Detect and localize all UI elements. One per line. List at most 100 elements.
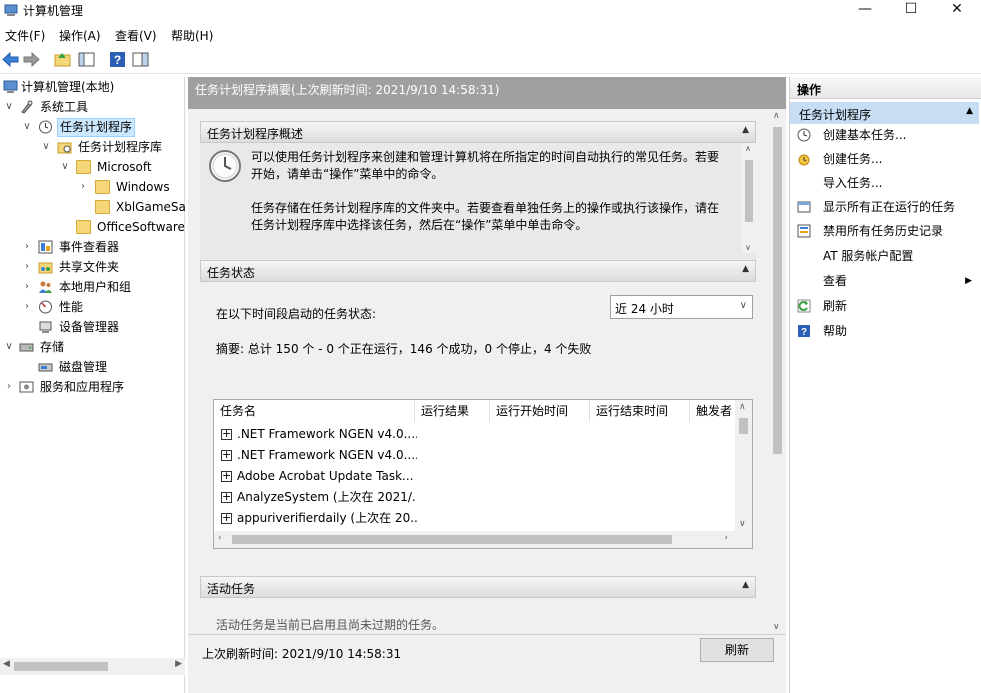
action-create-basic-task[interactable]: 创建基本任务... (790, 124, 979, 147)
summary-panel: 任务计划程序摘要(上次刷新时间: 2021/9/10 14:58:31) 任务计… (188, 77, 786, 693)
task-status-section: 任务状态 ▲ 在以下时间段启动的任务状态: 近 24 小时 ∨ 摘要: 总计 1… (200, 260, 756, 566)
help-icon: ? (798, 325, 810, 338)
action-refresh[interactable]: 刷新 (790, 295, 979, 318)
scrollbar-thumb[interactable] (14, 662, 108, 671)
expand-chevron-icon[interactable]: › (21, 297, 33, 317)
help-icon[interactable]: ? (108, 50, 127, 69)
create-basic-task-icon (797, 128, 811, 142)
tree-horizontal-scrollbar[interactable]: ◀ ▶ (0, 658, 185, 675)
overview-body: 可以使用任务计划程序来创建和管理计算机将在所指定的时间自动执行的常见任务。若要 … (200, 143, 756, 261)
menu-file[interactable]: 文件(F) (5, 27, 45, 44)
expand-chevron-icon[interactable]: › (3, 377, 15, 397)
table-row[interactable]: + Adobe Acrobat Update Task... (214, 466, 736, 487)
computer-management-icon (4, 4, 18, 16)
submenu-arrow-icon: ▶ (965, 276, 972, 286)
folder-icon (95, 180, 110, 194)
period-label: 在以下时间段启动的任务状态: (216, 307, 377, 321)
show-hide-tree-icon[interactable] (77, 50, 96, 69)
actions-title: 操作 (790, 77, 981, 99)
clock-icon (39, 120, 52, 134)
overview-scrollbar[interactable]: ∧ ∨ (742, 143, 756, 253)
up-folder-icon[interactable] (53, 50, 72, 69)
action-import-task[interactable]: 导入任务... (790, 172, 979, 195)
forward-arrow-icon[interactable] (22, 50, 41, 69)
action-view[interactable]: 查看 ▶ (790, 270, 979, 293)
table-vertical-scrollbar[interactable]: ∧ ∨ (735, 400, 752, 531)
collapse-chevron-icon[interactable]: ∨ (3, 337, 15, 357)
task-status-section-header[interactable]: 任务状态 ▲ (200, 260, 756, 282)
action-disable-task-history[interactable]: 禁用所有任务历史记录 (790, 220, 979, 243)
folder-icon (76, 160, 91, 174)
scroll-left-icon[interactable]: ◀ (3, 659, 10, 669)
overview-text-line: 任务存储在任务计划程序库的文件夹中。若要查看单独任务上的操作或执行该操作，请在 (251, 201, 720, 215)
expand-chevron-icon[interactable]: › (21, 277, 33, 297)
active-tasks-description: 活动任务是当前已启用且尚未过期的任务。 (216, 618, 445, 632)
collapse-up-icon[interactable]: ▲ (742, 264, 749, 274)
column-header[interactable]: 任务名 (214, 400, 415, 422)
disk-icon (38, 363, 53, 372)
action-at-service-account[interactable]: AT 服务帐户配置 (790, 245, 979, 268)
last-refresh-time: 上次刷新时间: 2021/9/10 14:58:31 (202, 647, 402, 661)
title-bar: 计算机管理 — ☐ ✕ (0, 0, 981, 22)
collapse-chevron-icon[interactable]: ∨ (3, 97, 15, 117)
scroll-right-icon[interactable]: ▶ (175, 659, 182, 669)
menu-help[interactable]: 帮助(H) (171, 27, 213, 44)
collapse-chevron-icon[interactable]: ∨ (59, 157, 71, 177)
active-tasks-body: 活动任务是当前已启用且尚未过期的任务。 (200, 598, 756, 634)
table-horizontal-scrollbar[interactable]: ‹ › (214, 531, 752, 548)
show-hide-action-pane-icon[interactable] (131, 50, 150, 69)
expand-plus-icon[interactable]: + (221, 470, 232, 482)
svg-text:?: ? (114, 53, 121, 67)
services-icon (19, 381, 34, 393)
expand-chevron-icon[interactable]: › (77, 177, 89, 197)
close-button[interactable]: ✕ (934, 0, 980, 22)
back-arrow-icon[interactable] (1, 50, 20, 69)
action-create-task[interactable]: 创建任务... (790, 148, 979, 171)
overview-text-line: 可以使用任务计划程序来创建和管理计算机将在所指定的时间自动执行的常见任务。若要 (251, 150, 720, 164)
scrollbar-thumb[interactable] (773, 127, 782, 454)
table-row[interactable]: + .NET Framework NGEN v4.0.... (214, 445, 736, 466)
event-viewer-icon (38, 240, 53, 254)
collapse-up-icon[interactable]: ▲ (742, 125, 749, 135)
action-help[interactable]: ? 帮助 (790, 320, 979, 343)
collapse-chevron-icon[interactable]: ∨ (40, 137, 52, 157)
action-show-running-tasks[interactable]: 显示所有正在运行的任务 (790, 196, 979, 219)
expand-plus-icon[interactable]: + (221, 512, 232, 524)
minimize-button[interactable]: — (842, 0, 888, 22)
toolbar: ? (0, 46, 981, 74)
overview-text-line: 任务计划程序库中选择该任务，然后在“操作”菜单中单击命令。 (251, 218, 588, 232)
expand-chevron-icon[interactable]: › (21, 257, 33, 277)
expand-plus-icon[interactable]: + (221, 449, 232, 461)
scroll-down-icon[interactable]: ∨ (773, 622, 780, 632)
status-summary: 摘要: 总计 150 个 - 0 个正在运行，146 个成功，0 个停止，4 个… (216, 342, 592, 356)
expand-chevron-icon[interactable]: › (21, 237, 33, 257)
active-tasks-section-header[interactable]: 活动任务 ▲ (200, 576, 756, 598)
menu-action[interactable]: 操作(A) (59, 27, 101, 44)
collapse-up-icon[interactable]: ▲ (742, 580, 749, 590)
table-row[interactable]: + .NET Framework NGEN v4.0.... (214, 424, 736, 445)
task-status-body: 在以下时间段启动的任务状态: 近 24 小时 ∨ 摘要: 总计 150 个 - … (200, 282, 756, 566)
column-header[interactable]: 触发者 (690, 400, 736, 422)
collapse-up-icon[interactable]: ▲ (966, 106, 973, 116)
maximize-button[interactable]: ☐ (888, 0, 934, 22)
column-header[interactable]: 运行结束时间 (590, 400, 690, 422)
summary-header: 任务计划程序摘要(上次刷新时间: 2021/9/10 14:58:31) (188, 77, 786, 109)
collapse-chevron-icon[interactable]: ∨ (21, 117, 33, 137)
actions-group-header[interactable]: 任务计划程序 ▲ (790, 102, 979, 124)
column-header[interactable]: 运行开始时间 (490, 400, 590, 422)
overview-section-header[interactable]: 任务计划程序概述 ▲ (200, 121, 756, 143)
scroll-up-icon[interactable]: ∧ (773, 111, 780, 121)
column-header[interactable]: 运行结果 (415, 400, 490, 422)
menu-view[interactable]: 查看(V) (115, 27, 157, 44)
expand-plus-icon[interactable]: + (221, 428, 232, 440)
period-select[interactable]: 近 24 小时 ∨ (610, 295, 753, 319)
table-row[interactable]: + AnalyzeSystem (上次在 2021/... (214, 487, 736, 508)
expand-plus-icon[interactable]: + (221, 491, 232, 503)
navigation-tree: 计算机管理(本地) ∨ 系统工具 ∨ 任务计划程序 ∨ 任务计划程序库 ∨ Mi… (0, 77, 186, 693)
svg-text:?: ? (801, 327, 807, 338)
table-row[interactable]: + appuriverifierdaily (上次在 20... (214, 508, 736, 529)
summary-vertical-scrollbar[interactable]: ∧ ∨ (769, 109, 786, 634)
refresh-button[interactable]: 刷新 (700, 638, 774, 662)
device-manager-icon (39, 321, 52, 333)
summary-footer: 上次刷新时间: 2021/9/10 14:58:31 刷新 (188, 634, 786, 693)
